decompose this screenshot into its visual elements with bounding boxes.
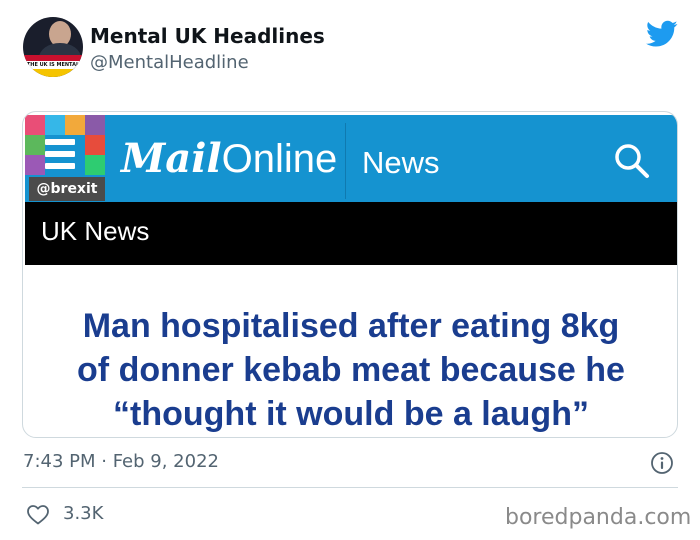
menu-icon[interactable] <box>45 139 75 169</box>
logo-light: Online <box>221 137 338 181</box>
tile <box>85 155 105 175</box>
tile <box>85 135 105 155</box>
heart-icon[interactable] <box>26 503 50 525</box>
search-icon[interactable] <box>611 141 653 181</box>
tile <box>25 155 45 175</box>
tweet-card: THE UK IS MENTAL Mental UK Headlines @Me… <box>0 0 700 540</box>
headline-line: of donner kebab meat because he <box>77 351 625 389</box>
footer-divider <box>22 487 678 488</box>
article-headline: Man hospitalised after eating 8kg of don… <box>25 304 677 436</box>
twitter-bird-icon[interactable] <box>646 20 678 48</box>
tile <box>25 135 45 155</box>
source-watermark: boredpanda.com <box>505 505 692 530</box>
header-divider <box>345 123 346 199</box>
like-count[interactable]: 3.3K <box>63 503 103 524</box>
author-name[interactable]: Mental UK Headlines <box>90 24 325 48</box>
embedded-screenshot[interactable]: @brexit MailOnline News UK News Man hosp… <box>22 111 678 438</box>
headline-line: “thought it would be a laugh” <box>113 395 589 433</box>
section-label[interactable]: News <box>362 145 440 181</box>
tile <box>65 115 85 135</box>
headline-line: Man hospitalised after eating 8kg <box>82 307 620 345</box>
author-handle[interactable]: @MentalHeadline <box>90 52 249 73</box>
tag-label: @brexit <box>29 177 105 201</box>
subsection-label[interactable]: UK News <box>41 216 149 247</box>
subsection-bar: UK News <box>25 202 677 265</box>
mailonline-header: @brexit MailOnline News <box>25 115 677 202</box>
tile <box>25 115 45 135</box>
mailonline-logo[interactable]: MailOnline <box>121 135 338 182</box>
author-avatar[interactable]: THE UK IS MENTAL <box>23 17 83 77</box>
logo-bold: Mail <box>121 135 222 182</box>
tile <box>85 115 105 135</box>
tile <box>45 115 65 135</box>
info-icon[interactable] <box>650 451 674 475</box>
tweet-timestamp[interactable]: 7:43 PM · Feb 9, 2022 <box>23 451 219 472</box>
avatar-ticker-bar <box>23 69 83 77</box>
avatar-caption: THE UK IS MENTAL <box>23 61 83 69</box>
